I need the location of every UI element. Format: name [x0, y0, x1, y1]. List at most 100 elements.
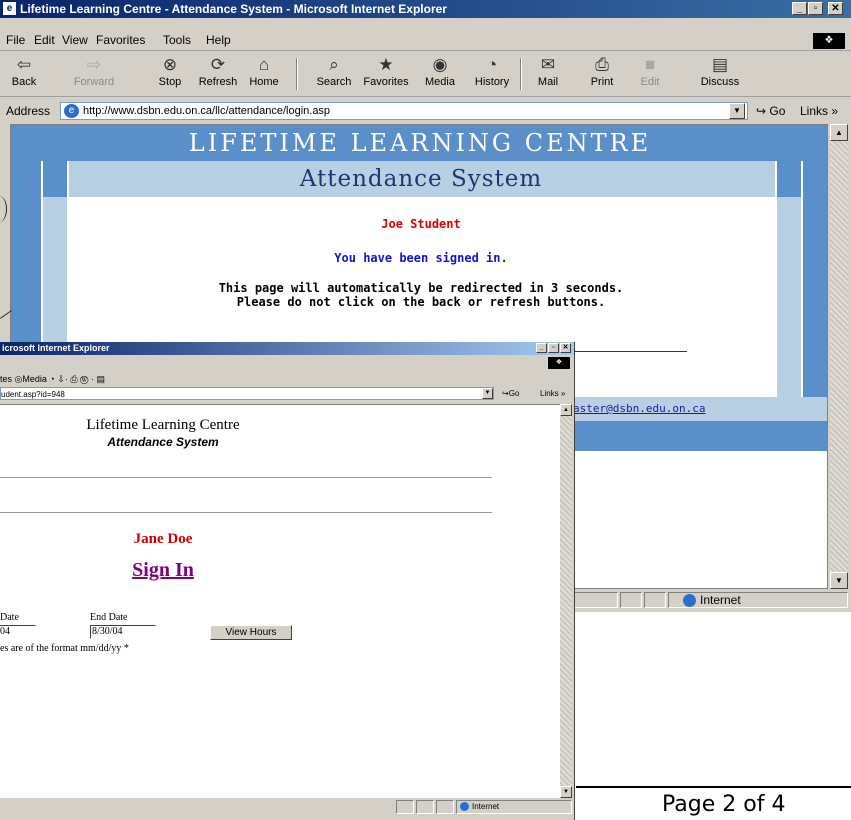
go-arrow-icon: ↪	[502, 389, 509, 398]
redirect-message-2: Please do not click on the back or refre…	[236, 295, 606, 309]
mail-icon: ✉	[540, 55, 556, 74]
front-page-content: Lifetime Learning Centre Attendance Syst…	[0, 404, 560, 799]
page-icon: e	[64, 104, 79, 118]
toolbar-separator	[520, 58, 522, 90]
refresh-button[interactable]: ⟳ Refresh	[196, 54, 240, 94]
home-button[interactable]: ⌂ Home	[242, 54, 286, 94]
menu-view[interactable]: View	[62, 33, 88, 47]
minimize-button[interactable]: _	[792, 2, 807, 15]
links-button[interactable]: Links »	[800, 104, 838, 118]
stop-icon: ⊗	[162, 55, 178, 74]
front-vertical-scrollbar[interactable]: ▲ ▼	[560, 404, 572, 798]
windows-logo-icon: ❖	[813, 33, 845, 49]
status-pane	[574, 592, 618, 608]
go-arrow-icon: ↪	[756, 104, 767, 118]
menu-help[interactable]: Help	[206, 33, 231, 47]
status-pane	[416, 800, 434, 814]
horizontal-rule	[0, 512, 492, 513]
refresh-icon: ⟳	[210, 55, 226, 74]
minimize-button[interactable]: _	[536, 343, 547, 353]
student-name: Jane Doe	[133, 531, 193, 547]
address-bar: Address e http://www.dsbn.edu.on.ca/llc/…	[0, 100, 851, 122]
discuss-button[interactable]: ▤ Discuss	[698, 54, 742, 94]
menu-edit[interactable]: Edit	[34, 33, 55, 47]
front-toolbar: tes ◎Media ◔ ⇩· ⎙ Ⓦ · ▤	[0, 372, 574, 386]
scroll-down-button[interactable]: ▼	[560, 786, 572, 798]
windows-logo-icon: ❖	[548, 357, 570, 369]
media-button[interactable]: ◉ Media	[418, 54, 462, 94]
sign-in-link[interactable]: Sign In	[0, 559, 326, 582]
view-hours-button[interactable]: View Hours	[210, 625, 292, 640]
front-window-title: icrosoft Internet Explorer	[2, 343, 110, 353]
front-status-bar: Internet	[0, 798, 574, 820]
close-button[interactable]: ✕	[560, 343, 571, 353]
date-format-note: es are of the format mm/dd/yy *	[0, 643, 129, 654]
print-icon: ⎙	[595, 55, 609, 74]
front-browser-window: icrosoft Internet Explorer _ ▫ ✕ ❖ tes ◎…	[0, 342, 575, 820]
front-address-bar: udent.asp?id=948 ▼ ↪Go Links »	[0, 386, 574, 402]
maximize-button[interactable]: ▫	[808, 2, 823, 15]
menu-bar: File Edit View Favorites Tools Help	[0, 31, 851, 51]
status-pane	[620, 592, 642, 608]
front-address-value: udent.asp?id=948	[1, 390, 65, 399]
horizontal-rule	[0, 477, 492, 478]
toolbar-separator	[296, 58, 298, 90]
vertical-scrollbar[interactable]: ▲ ▼	[830, 124, 848, 589]
student-name: Joe Student	[381, 217, 461, 231]
address-value: http://www.dsbn.edu.on.ca/llc/attendance…	[83, 105, 331, 117]
discuss-icon: ▤	[711, 55, 729, 74]
toolbar-fragment[interactable]: tes ◎Media ◔ ⇩· ⎙ Ⓦ · ▤	[0, 374, 105, 385]
start-date-label: Date	[0, 612, 19, 623]
close-button[interactable]: ✕	[828, 2, 843, 15]
front-links-button[interactable]: Links »	[540, 389, 565, 398]
maximize-button[interactable]: ▫	[548, 343, 559, 353]
go-button[interactable]: ↪ Go	[756, 104, 785, 118]
forward-arrow-icon: ⇨	[86, 55, 102, 74]
mail-button[interactable]: ✉ Mail	[526, 54, 570, 94]
front-window-titlebar[interactable]: icrosoft Internet Explorer _ ▫ ✕	[0, 342, 574, 355]
favorites-button[interactable]: ★ Favorites	[360, 54, 412, 94]
address-input[interactable]: e http://www.dsbn.edu.on.ca/llc/attendan…	[60, 102, 748, 120]
status-pane	[396, 800, 414, 814]
menu-favorites[interactable]: Favorites	[96, 33, 145, 47]
back-window-title: Lifetime Learning Centre - Attendance Sy…	[20, 2, 447, 16]
print-button[interactable]: ⎙ Print	[580, 54, 624, 94]
back-button[interactable]: ⇦ Back	[2, 54, 46, 94]
menu-file[interactable]: File	[6, 33, 25, 47]
page-banner: LIFETIME LEARNING CENTRE	[11, 125, 827, 161]
front-address-dropdown[interactable]: ▼	[482, 388, 493, 399]
redirect-message-1: This page will automatically be redirect…	[218, 281, 624, 295]
back-arrow-icon: ⇦	[16, 55, 32, 74]
horizontal-rule	[575, 351, 687, 352]
ie-icon: e	[3, 2, 16, 15]
back-window-titlebar[interactable]: e Lifetime Learning Centre - Attendance …	[0, 0, 851, 18]
address-label: Address	[6, 104, 51, 118]
media-icon: ◉	[432, 55, 448, 74]
edit-button[interactable]: ■ Edit	[628, 54, 672, 94]
scroll-up-button[interactable]: ▲	[830, 124, 848, 141]
front-go-button[interactable]: ↪Go	[502, 389, 519, 398]
end-date-label: End Date	[90, 612, 128, 623]
end-date-input[interactable]: 8/30/04	[90, 625, 156, 639]
home-icon: ⌂	[258, 55, 270, 74]
address-dropdown-button[interactable]: ▼	[729, 103, 745, 119]
stop-button[interactable]: ⊗ Stop	[148, 54, 192, 94]
front-address-input[interactable]: udent.asp?id=948	[0, 387, 494, 400]
history-icon: ◔	[486, 55, 498, 74]
scroll-up-button[interactable]: ▲	[560, 404, 572, 416]
forward-button[interactable]: ⇨ Forward	[72, 54, 116, 94]
status-zone-text: Internet	[700, 593, 741, 607]
status-zone-text: Internet	[472, 802, 500, 811]
status-pane	[436, 800, 454, 814]
start-date-input[interactable]: 04	[0, 625, 36, 639]
history-button[interactable]: ◔ History	[470, 54, 514, 94]
menu-tools[interactable]: Tools	[163, 33, 191, 47]
search-button[interactable]: ⌕ Search	[312, 54, 356, 94]
webmaster-email-link[interactable]: aster@dsbn.edu.on.ca	[573, 402, 705, 415]
standard-toolbar: ⇦ Back ⇨ Forward ⊗ Stop ⟳ Refresh ⌂ Home ⌕ Sea…	[0, 52, 851, 97]
favorites-icon: ★	[378, 55, 394, 74]
right-stripe	[801, 197, 827, 397]
scroll-down-button[interactable]: ▼	[830, 572, 848, 589]
divider	[775, 161, 777, 397]
page-footer-rule	[576, 786, 851, 788]
